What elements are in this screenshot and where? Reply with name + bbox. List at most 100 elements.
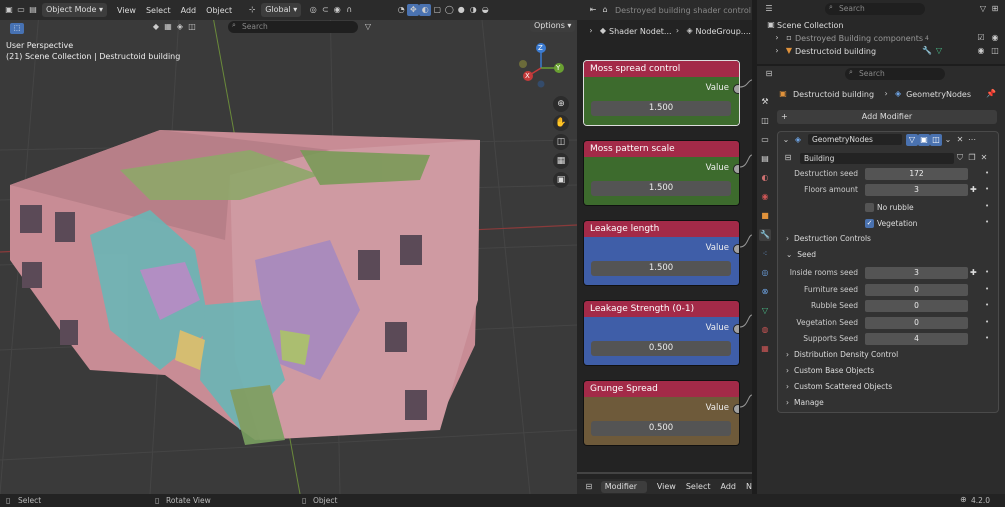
tab-world-icon[interactable]: ◉ bbox=[759, 191, 771, 203]
transform-orientation-dropdown[interactable]: Global ▾ bbox=[261, 3, 302, 17]
ortho-grid-icon[interactable]: ▦ bbox=[553, 153, 569, 169]
menu-view[interactable]: View bbox=[117, 6, 136, 15]
snap-icon[interactable]: ⊂ bbox=[319, 4, 331, 16]
keyframe-dot-icon[interactable]: • bbox=[985, 318, 989, 326]
collapse-chevron-icon[interactable]: ⌄ bbox=[780, 134, 792, 146]
node-value-field[interactable]: 1.500 bbox=[591, 261, 731, 276]
value-node-moss-spread[interactable]: Moss spread control Value 1.500 bbox=[583, 60, 740, 126]
keyframe-dot-icon[interactable]: • bbox=[985, 268, 989, 276]
panel-seed[interactable]: ⌄ Seed bbox=[786, 250, 816, 259]
camera-filter-icon[interactable]: ◫ bbox=[186, 21, 198, 33]
vegetation-checkbox-checked-icon[interactable]: ✓ bbox=[865, 218, 874, 228]
keyframe-dot-icon[interactable]: • bbox=[985, 218, 989, 226]
proportional-edit-icon[interactable]: ◉ bbox=[331, 4, 343, 16]
panel-custom-base-objects[interactable]: › Custom Base Objects bbox=[786, 366, 874, 375]
unlink-icon[interactable]: ✕ bbox=[978, 152, 990, 164]
eye-icon[interactable]: ◉ bbox=[975, 45, 987, 57]
edit-mode-icon[interactable]: ▽ bbox=[906, 133, 918, 146]
breadcrumb-nodegroup[interactable]: NodeGroup.... bbox=[696, 27, 751, 36]
new-collection-icon[interactable]: ⊞ bbox=[989, 3, 1001, 15]
tab-texture-icon[interactable]: ▦ bbox=[759, 343, 771, 355]
pin-icon[interactable]: 📌 bbox=[985, 88, 997, 100]
node-value-field[interactable]: 0.500 bbox=[591, 341, 731, 356]
editor-type-icon[interactable]: ▣ bbox=[3, 4, 15, 16]
zoom-icon[interactable]: ⊕ bbox=[553, 96, 569, 112]
tab-object-icon[interactable]: ■ bbox=[759, 210, 771, 222]
tab-modifier-icon[interactable]: 🔧 bbox=[759, 229, 771, 241]
node-editor-pin-icon[interactable]: ⌂ bbox=[599, 4, 611, 16]
destruction-seed-field[interactable]: 172 bbox=[865, 168, 968, 180]
node-tree-icon[interactable]: ⊟ bbox=[782, 152, 794, 164]
rubble-seed-field[interactable]: 0 bbox=[865, 300, 968, 312]
local-view-icon[interactable]: ▣ bbox=[553, 172, 569, 188]
tab-particles-icon[interactable]: ⁖ bbox=[759, 248, 771, 260]
footer-menu-view[interactable]: View bbox=[657, 482, 676, 491]
checkbox-icon[interactable]: ☑ bbox=[975, 32, 987, 44]
modifier-name-field[interactable]: GeometryNodes bbox=[808, 134, 902, 145]
panel-manage[interactable]: › Manage bbox=[786, 398, 824, 407]
filter-funnel-icon[interactable]: ▽ bbox=[362, 21, 374, 33]
tab-data-icon[interactable]: ▽ bbox=[759, 305, 771, 317]
add-modifier-button[interactable]: + Add Modifier bbox=[777, 110, 997, 124]
value-node-grunge-spread[interactable]: Grunge Spread Value 0.500 bbox=[583, 380, 740, 446]
properties-search-input[interactable]: ⌕ Search bbox=[845, 67, 945, 80]
tab-material-icon[interactable]: ◍ bbox=[759, 324, 771, 336]
keyframe-dot-icon[interactable]: • bbox=[985, 285, 989, 293]
menu-object[interactable]: Object bbox=[206, 6, 232, 15]
expand-chevron-icon[interactable]: › bbox=[771, 32, 783, 44]
node-editor-back-icon[interactable]: ⇤ bbox=[587, 4, 599, 16]
outliner-search-input[interactable]: ⌕ Search bbox=[825, 3, 925, 15]
outliner-editor-icon[interactable]: ☰ bbox=[763, 3, 775, 15]
supports-seed-field[interactable]: 4 bbox=[865, 333, 968, 345]
vegetation-checkbox-row[interactable]: ✓ Vegetation bbox=[865, 217, 917, 229]
outliner[interactable]: ☰ ⌕ Search ▽ ⊞ ▣ Scene Collection › ▫ De… bbox=[757, 0, 1005, 64]
node-group-field[interactable]: Building bbox=[800, 152, 954, 164]
fake-user-shield-icon[interactable]: ⛉ bbox=[954, 152, 966, 164]
expand-chevron-icon[interactable]: › bbox=[771, 45, 783, 57]
dropdown-chevron-icon[interactable]: ⌄ bbox=[942, 134, 954, 146]
camera-view-icon[interactable]: ◫ bbox=[553, 134, 569, 150]
tab-constraints-icon[interactable]: ⊗ bbox=[759, 286, 771, 298]
keyframe-dot-icon[interactable]: • bbox=[985, 185, 989, 193]
tab-physics-icon[interactable]: ◎ bbox=[759, 267, 771, 279]
value-node-moss-pattern[interactable]: Moss pattern scale Value 1.500 bbox=[583, 140, 740, 206]
shading-rendered-icon[interactable]: ◒ bbox=[479, 4, 491, 16]
no-rubble-checkbox[interactable] bbox=[865, 202, 874, 212]
panel-distribution-density[interactable]: › Distribution Density Control bbox=[786, 350, 898, 359]
light-filter-icon[interactable]: ◈ bbox=[174, 21, 186, 33]
properties-editor-icon[interactable]: ⊟ bbox=[763, 68, 775, 80]
outliner-filter-icon[interactable]: ▽ bbox=[977, 3, 989, 15]
object-mode-dropdown[interactable]: Object Mode ▾ bbox=[42, 3, 107, 17]
node-value-field[interactable]: 1.500 bbox=[591, 101, 731, 116]
eye-icon[interactable]: ◉ bbox=[989, 32, 1001, 44]
outliner-scene-collection[interactable]: ▣ Scene Collection bbox=[765, 19, 843, 31]
drag-handle-icon[interactable]: ⋯ bbox=[966, 134, 978, 146]
menu-select[interactable]: Select bbox=[146, 6, 171, 15]
outliner-item-building[interactable]: › ▼ Destructoid building 🔧 ▽ ◉ ◫ bbox=[771, 45, 1005, 57]
shading-solid-icon[interactable]: ● bbox=[455, 4, 467, 16]
tab-tool-icon[interactable]: ⚒ bbox=[759, 96, 771, 108]
node-value-field[interactable]: 1.500 bbox=[591, 181, 731, 196]
keyframe-dot-icon[interactable]: • bbox=[985, 202, 989, 210]
value-node-leakage-strength[interactable]: Leakage Strength (0-1) Value 0.500 bbox=[583, 300, 740, 366]
select-mode-icon[interactable]: ▤ bbox=[27, 4, 39, 16]
shading-material-icon[interactable]: ◑ bbox=[467, 4, 479, 16]
pivot-icon[interactable]: ◎ bbox=[307, 4, 319, 16]
mesh-filter-icon[interactable]: ▦ bbox=[162, 21, 174, 33]
no-rubble-checkbox-row[interactable]: No rubble bbox=[865, 201, 914, 213]
tab-view-layer-icon[interactable]: ▤ bbox=[759, 153, 771, 165]
duplicate-icon[interactable]: ❐ bbox=[966, 152, 978, 164]
3d-viewport[interactable]: ▣ ▭ ▤ Object Mode ▾ View Select Add Obje… bbox=[0, 0, 577, 494]
select-tool-icon[interactable]: ⬚ bbox=[10, 23, 24, 34]
panel-custom-scattered-objects[interactable]: › Custom Scattered Objects bbox=[786, 382, 892, 391]
viewport-search-input[interactable]: ⌕ Search bbox=[228, 21, 358, 33]
footer-menu-n[interactable]: N bbox=[746, 482, 752, 491]
footer-menu-select[interactable]: Select bbox=[686, 482, 711, 491]
footer-mode-dropdown[interactable]: Modifier ▾ bbox=[600, 480, 647, 503]
delete-modifier-icon[interactable]: ✕ bbox=[954, 134, 966, 146]
pan-hand-icon[interactable]: ✋ bbox=[553, 115, 569, 131]
keyframe-dot-icon[interactable]: • bbox=[985, 169, 989, 177]
breadcrumb-shader[interactable]: Shader Nodet... bbox=[609, 27, 672, 36]
outliner-item-components[interactable]: › ▫ Destroyed Building components 4 ☑ ◉ bbox=[771, 32, 1005, 44]
keyframe-dot-icon[interactable]: • bbox=[985, 301, 989, 309]
